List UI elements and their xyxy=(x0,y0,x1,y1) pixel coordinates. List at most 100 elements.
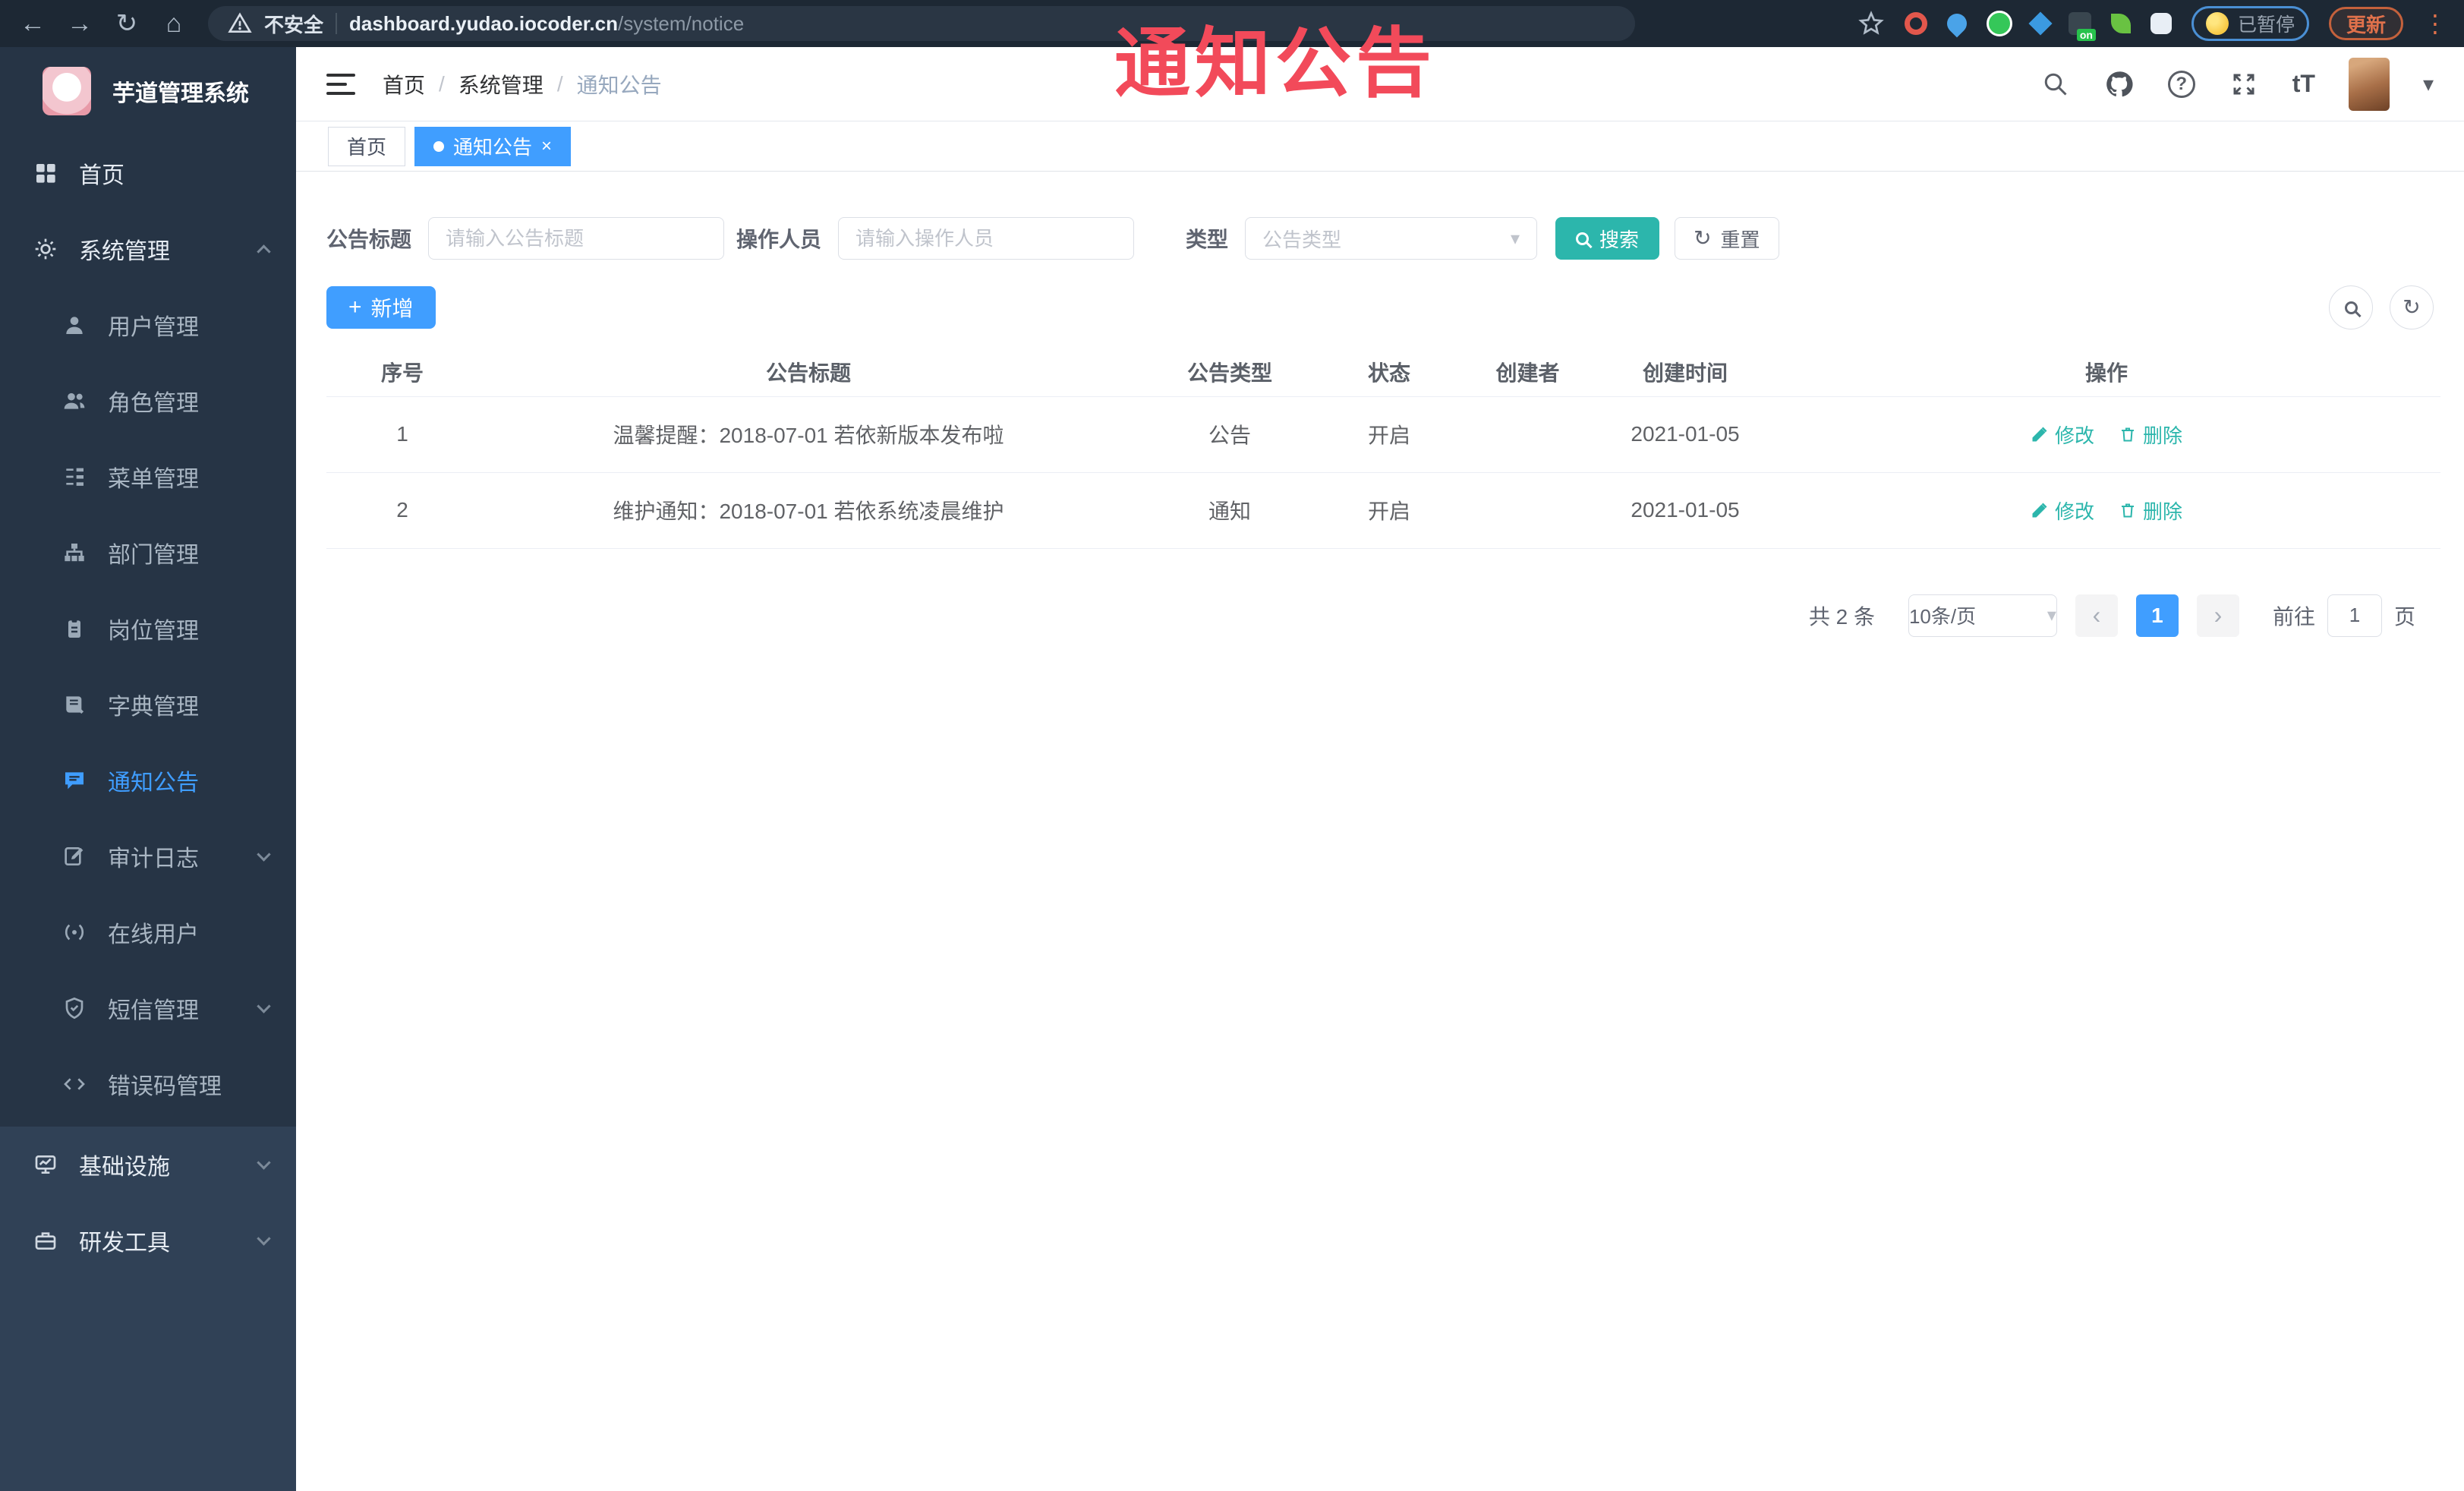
fullscreen-icon[interactable] xyxy=(2229,69,2259,99)
col-header-title: 公告标题 xyxy=(478,348,1139,397)
cell-creator xyxy=(1457,472,1598,549)
browser-forward-icon[interactable]: → xyxy=(58,0,102,47)
sidebar-item-system[interactable]: 系统管理 xyxy=(0,211,296,287)
extension-leaf-icon[interactable] xyxy=(2110,14,2131,33)
add-button-label: 新增 xyxy=(370,297,414,320)
page-1-button[interactable]: 1 xyxy=(2135,594,2179,637)
sidebar-item-label: 用户管理 xyxy=(108,315,199,340)
on-badge: on xyxy=(2076,29,2096,41)
users-icon xyxy=(64,392,85,409)
tab-notice[interactable]: 通知公告 × xyxy=(414,126,572,166)
tags-view-bar: 首页 通知公告 × xyxy=(296,121,2464,172)
filter-bar: 公告标题 操作人员 类型 公告类型 ▾ 搜索 ↻ 重置 xyxy=(326,217,2434,260)
sidebar-item-label: 系统管理 xyxy=(79,239,170,264)
extensions-puzzle-icon[interactable] xyxy=(2150,13,2172,34)
next-page-button[interactable]: › xyxy=(2196,594,2239,637)
sidebar-item-dev-tools[interactable]: 研发工具 xyxy=(0,1203,296,1278)
sidebar-item-label: 研发工具 xyxy=(79,1231,170,1256)
sidebar-item-user-mgmt[interactable]: 用户管理 xyxy=(0,287,296,363)
sidebar-item-online-user[interactable]: 在线用户 xyxy=(0,894,296,970)
delete-link[interactable]: 删除 xyxy=(2119,496,2182,525)
sidebar-item-menu-mgmt[interactable]: 菜单管理 xyxy=(0,439,296,515)
sidebar-item-error-code[interactable]: 错误码管理 xyxy=(0,1046,296,1122)
trash-icon xyxy=(2122,427,2134,442)
bookmark-star-icon[interactable] xyxy=(1857,10,1885,37)
extension-diamond-icon[interactable] xyxy=(2028,11,2053,36)
browser-reload-icon[interactable]: ↻ xyxy=(105,0,149,47)
search-icon[interactable] xyxy=(2040,69,2071,99)
sidebar-item-dept-mgmt[interactable]: 部门管理 xyxy=(0,515,296,591)
chevron-down-icon xyxy=(257,998,271,1013)
sidebar-item-dict-mgmt[interactable]: 字典管理 xyxy=(0,667,296,742)
delete-link[interactable]: 删除 xyxy=(2119,421,2182,449)
sidebar-item-audit-log[interactable]: 审计日志 xyxy=(0,818,296,894)
app-logo-row: 芋道管理系统 xyxy=(0,47,296,135)
sidebar-item-label: 岗位管理 xyxy=(108,619,199,644)
operator-filter-input[interactable] xyxy=(838,217,1135,260)
edit-link[interactable]: 修改 xyxy=(2031,421,2094,449)
chevron-up-icon xyxy=(257,244,271,259)
toggle-search-button[interactable] xyxy=(2329,285,2373,329)
pagination: 共 2 条 10条/页 ▾ ‹ 1 › 前往 页 xyxy=(296,594,2415,637)
table-row: 2 维护通知：2018-07-01 若依系统凌晨维护 通知 开启 2021-01… xyxy=(326,472,2440,549)
operator-filter-label: 操作人员 xyxy=(736,228,822,251)
github-icon[interactable] xyxy=(2104,69,2135,99)
annotation-overlay: 通知公告 xyxy=(1114,21,1436,106)
sidebar-top-section: 芋道管理系统 首页 系统管理 用户管理 角色管理 菜单管理 部门管理 岗位管理 … xyxy=(0,47,296,1127)
announcement-icon xyxy=(65,772,83,790)
page-size-select[interactable]: 10条/页 ▾ xyxy=(1908,594,2057,637)
cell-title: 维护通知：2018-07-01 若依系统凌晨维护 xyxy=(478,472,1139,549)
sidebar-item-label: 角色管理 xyxy=(108,391,199,416)
type-select[interactable]: 公告类型 ▾ xyxy=(1245,217,1538,260)
edit-link[interactable]: 修改 xyxy=(2031,496,2094,525)
col-header-no: 序号 xyxy=(326,348,478,397)
table-header-row: 序号 公告标题 公告类型 状态 创建者 创建时间 操作 xyxy=(326,348,2440,397)
url-divider xyxy=(336,13,338,34)
extension-switch-icon[interactable]: on xyxy=(2068,12,2096,41)
font-size-icon[interactable]: tT xyxy=(2292,70,2315,98)
navbar-actions: ? tT ▾ xyxy=(2040,57,2434,111)
cell-type: 公告 xyxy=(1139,396,1321,473)
app-logo xyxy=(43,67,91,115)
sidebar-item-role-mgmt[interactable]: 角色管理 xyxy=(0,363,296,439)
reset-button[interactable]: ↻ 重置 xyxy=(1675,217,1779,260)
insecure-warning-icon xyxy=(228,12,252,33)
col-header-creator: 创建者 xyxy=(1457,348,1598,397)
sidebar-item-infrastructure[interactable]: 基础设施 xyxy=(0,1127,296,1203)
browser-home-icon[interactable]: ⌂ xyxy=(152,0,196,47)
sidebar-item-home[interactable]: 首页 xyxy=(0,135,296,211)
title-filter-input[interactable] xyxy=(428,217,725,260)
prev-page-button[interactable]: ‹ xyxy=(2075,594,2118,637)
breadcrumb-item-system[interactable]: 系统管理 xyxy=(458,69,544,99)
sidebar-item-label: 部门管理 xyxy=(108,543,199,568)
refresh-button[interactable]: ↻ xyxy=(2390,285,2434,329)
book-icon xyxy=(66,696,84,714)
extension-drop-icon[interactable] xyxy=(1943,9,1971,38)
breadcrumb-item-home[interactable]: 首页 xyxy=(383,69,425,99)
extension-green-icon[interactable] xyxy=(1986,11,2012,36)
sidebar-item-post-mgmt[interactable]: 岗位管理 xyxy=(0,591,296,667)
goto-page-input[interactable] xyxy=(2327,594,2382,637)
url-path: /system/notice xyxy=(617,11,745,35)
browser-update-button[interactable]: 更新 xyxy=(2328,7,2403,40)
sidebar-item-sms-mgmt[interactable]: 短信管理 xyxy=(0,970,296,1046)
avatar-caret-icon[interactable]: ▾ xyxy=(2423,71,2434,96)
tab-home[interactable]: 首页 xyxy=(328,126,406,166)
trash-icon xyxy=(2122,503,2134,518)
browser-menu-icon[interactable]: ⋮ xyxy=(2423,7,2447,40)
close-icon[interactable]: × xyxy=(541,137,552,156)
chevron-down-icon xyxy=(257,846,271,862)
extension-orange-icon[interactable] xyxy=(1904,12,1927,35)
avatar[interactable] xyxy=(2348,57,2390,111)
help-icon[interactable]: ? xyxy=(2167,70,2195,98)
search-button[interactable]: 搜索 xyxy=(1555,217,1660,260)
toolbox-icon xyxy=(35,1232,56,1250)
hamburger-icon[interactable] xyxy=(326,73,355,95)
browser-back-icon[interactable]: ← xyxy=(11,0,55,47)
reset-button-label: 重置 xyxy=(1720,228,1760,251)
sidebar-item-notice[interactable]: 通知公告 xyxy=(0,742,296,818)
url-host: dashboard.yudao.iocoder.cn xyxy=(349,11,618,35)
delete-label: 删除 xyxy=(2143,500,2183,523)
profile-paused-chip[interactable]: 已暂停 xyxy=(2191,6,2309,41)
add-button[interactable]: + 新增 xyxy=(326,286,436,329)
